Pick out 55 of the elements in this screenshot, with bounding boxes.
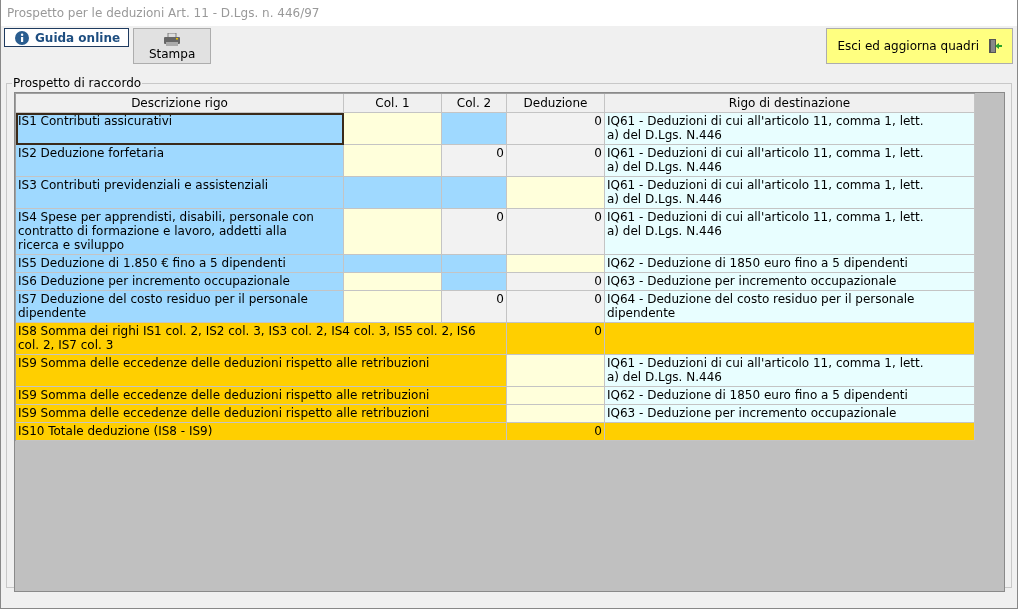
table-cell: 0 xyxy=(507,291,605,323)
table-cell: IS3 Contributi previdenziali e assistenziali xyxy=(16,177,344,209)
table-cell: IS8 Somma dei righi IS1 col. 2, IS2 col. 3, IS3 col. 2, IS4 col. 3, IS5 col. 2, IS6 col. 2, IS7 col. 3 xyxy=(16,323,507,355)
table-cell: IQ62 - Deduzione di 1850 euro fino a 5 dipendenti xyxy=(605,255,975,273)
input-field[interactable] xyxy=(507,405,605,423)
table-cell: IQ63 - Deduzione per incremento occupazionale xyxy=(605,273,975,291)
input-field[interactable] xyxy=(344,273,442,291)
column-header: Col. 2 xyxy=(442,94,507,113)
table-cell: IQ61 - Deduzioni di cui all'articolo 11, comma 1, lett. a) del D.Lgs. N.446 xyxy=(605,113,975,145)
input-field[interactable] xyxy=(344,145,442,177)
table-cell: IS1 Contributi assicurativi xyxy=(16,113,344,145)
print-button[interactable]: Stampa xyxy=(133,28,212,64)
exit-button[interactable]: Esci ed aggiorna quadri xyxy=(826,28,1013,64)
table-cell: IQ61 - Deduzioni di cui all'articolo 11, comma 1, lett. a) del D.Lgs. N.446 xyxy=(605,145,975,177)
table-cell: IS7 Deduzione del costo residuo per il personale dipendente xyxy=(16,291,344,323)
column-header: Col. 1 xyxy=(344,94,442,113)
table-cell: 0 xyxy=(442,209,507,255)
table-cell: 0 xyxy=(442,145,507,177)
table-cell: IQ61 - Deduzioni di cui all'articolo 11, comma 1, lett. a) del D.Lgs. N.446 xyxy=(605,209,975,255)
input-field[interactable] xyxy=(507,387,605,405)
input-field[interactable] xyxy=(344,113,442,145)
input-field[interactable] xyxy=(507,177,605,209)
window-title: Prospetto per le deduzioni Art. 11 - D.Lgs. n. 446/97 xyxy=(1,0,1017,26)
table-cell: 0 xyxy=(507,423,605,441)
table-cell: IS10 Totale deduzione (IS8 - IS9) xyxy=(16,423,507,441)
table-cell: 0 xyxy=(507,145,605,177)
table-cell: IQ64 - Deduzione del costo residuo per il personale dipendente xyxy=(605,291,975,323)
table-cell: 0 xyxy=(507,209,605,255)
table-cell: IQ63 - Deduzione per incremento occupazionale xyxy=(605,405,975,423)
input-field[interactable] xyxy=(344,291,442,323)
info-icon xyxy=(15,30,29,45)
help-button[interactable]: Guida online xyxy=(4,28,130,47)
group-title: Prospetto di raccordo xyxy=(12,76,143,90)
input-field[interactable] xyxy=(344,209,442,255)
input-field[interactable] xyxy=(507,355,605,387)
table-cell: 0 xyxy=(507,113,605,145)
table-cell: 0 xyxy=(442,291,507,323)
table-cell: IS2 Deduzione forfetaria xyxy=(16,145,344,177)
table-cell: IS9 Somma delle eccedenze delle deduzioni rispetto alle retribuzioni xyxy=(16,405,507,423)
table-cell: IQ61 - Deduzioni di cui all'articolo 11, comma 1, lett. a) del D.Lgs. N.446 xyxy=(605,177,975,209)
table-cell: IS4 Spese per apprendisti, disabili, personale con contratto di formazione e lavoro, addetti alla ricerca e sviluppo xyxy=(16,209,344,255)
table-cell: IS9 Somma delle eccedenze delle deduzioni rispetto alle retribuzioni xyxy=(16,387,507,405)
table-cell: 0 xyxy=(507,323,605,355)
column-header: Rigo di destinazione xyxy=(605,94,975,113)
table-cell: IQ61 - Deduzioni di cui all'articolo 11, comma 1, lett. a) del D.Lgs. N.446 xyxy=(605,355,975,387)
table-cell: IQ62 - Deduzione di 1850 euro fino a 5 dipendenti xyxy=(605,387,975,405)
table-cell: IS6 Deduzione per incremento occupazionale xyxy=(16,273,344,291)
table-cell: 0 xyxy=(507,273,605,291)
input-field[interactable] xyxy=(507,255,605,273)
column-header: Deduzione xyxy=(507,94,605,113)
table-cell: IS5 Deduzione di 1.850 € fino a 5 dipendenti xyxy=(16,255,344,273)
printer-icon xyxy=(163,33,182,47)
column-header: Descrizione rigo xyxy=(16,94,344,113)
door-exit-icon xyxy=(988,38,1002,54)
table-cell: IS9 Somma delle eccedenze delle deduzioni rispetto alle retribuzioni xyxy=(16,355,507,387)
